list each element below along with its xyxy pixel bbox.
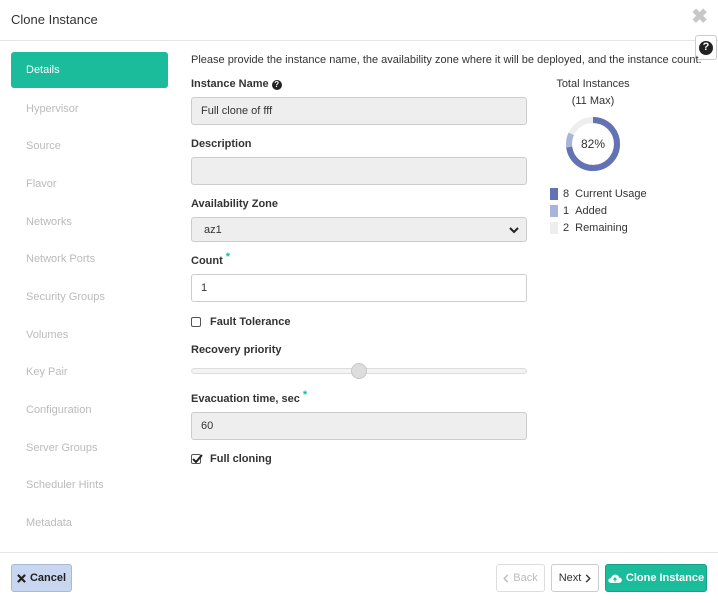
instance-name-label: Instance Name? <box>191 78 282 90</box>
description-label: Description <box>191 138 252 150</box>
nav-item-metadata[interactable]: Metadata <box>11 504 168 542</box>
chevron-down-icon <box>509 227 519 234</box>
instance-name-field[interactable]: Full clone of fff <box>191 97 527 125</box>
nav-item-networks[interactable]: Networks <box>11 203 168 241</box>
legend-label: Added <box>575 204 607 217</box>
evacuation-time-label-text: Evacuation time, sec <box>191 393 300 405</box>
legend-added: 1 Added <box>550 202 647 219</box>
donut-percent-label: 82% <box>580 137 606 151</box>
evacuation-time-label: Evacuation time, sec * <box>191 389 307 405</box>
clone-instance-modal: Clone Instance ✖ ? Details Hypervisor So… <box>0 0 718 603</box>
nav-item-flavor[interactable]: Flavor <box>11 165 168 203</box>
legend-label: Remaining <box>575 221 628 234</box>
next-button[interactable]: Next <box>551 564 599 592</box>
next-button-label: Next <box>558 572 582 584</box>
chevron-left-icon <box>503 573 509 583</box>
close-icon <box>17 573 26 583</box>
nav-item-network-ports[interactable]: Network Ports <box>11 240 168 278</box>
count-input[interactable]: 1 <box>191 274 527 302</box>
instance-name-label-text: Instance Name <box>191 78 269 90</box>
clone-instance-button[interactable]: Clone Instance <box>605 564 707 592</box>
modal-header: Clone Instance ✖ <box>0 0 718 41</box>
nav-item-volumes[interactable]: Volumes <box>11 316 168 354</box>
count-label-text: Count <box>191 255 223 267</box>
legend-swatch <box>550 221 558 234</box>
nav-item-security-groups[interactable]: Security Groups <box>11 278 168 316</box>
check-icon <box>192 454 203 464</box>
quota-subtitle: (11 Max) <box>571 95 615 107</box>
fault-tolerance-label: Fault Tolerance <box>210 316 291 328</box>
nav-item-hypervisor[interactable]: Hypervisor <box>11 90 168 128</box>
checkbox-checked-icon[interactable] <box>191 454 203 464</box>
cloud-upload-icon <box>608 573 622 584</box>
back-button[interactable]: Back <box>496 564 545 592</box>
back-button-label: Back <box>513 572 538 584</box>
slider-handle[interactable] <box>351 363 367 379</box>
nav-item-server-groups[interactable]: Server Groups <box>11 429 168 467</box>
required-asterisk: * <box>302 389 308 401</box>
checkbox-unchecked-icon[interactable] <box>191 317 201 327</box>
legend-count: 2 <box>563 221 570 234</box>
legend-count: 1 <box>563 204 570 217</box>
close-icon[interactable]: ✖ <box>691 7 708 27</box>
legend-swatch <box>550 204 558 217</box>
availability-zone-label: Availability Zone <box>191 198 279 210</box>
required-asterisk: * <box>225 251 231 263</box>
nav-item-scheduler-hints[interactable]: Scheduler Hints <box>11 467 168 505</box>
nav-item-configuration[interactable]: Configuration <box>11 391 168 429</box>
clone-instance-button-label: Clone Instance <box>625 572 705 584</box>
quota-legend: 8 Current Usage 1 Added 2 Remaining <box>550 185 647 236</box>
recovery-priority-label: Recovery priority <box>191 344 282 356</box>
full-cloning-checkbox[interactable]: Full cloning <box>191 453 272 465</box>
intro-text: Please provide the instance name, the av… <box>191 54 702 66</box>
legend-swatch <box>550 187 558 200</box>
question-icon: ? <box>699 40 713 55</box>
availability-zone-select[interactable]: az1 <box>191 217 527 242</box>
nav-item-key-pair[interactable]: Key Pair <box>11 354 168 392</box>
question-icon[interactable]: ? <box>271 80 282 90</box>
nav-item-details[interactable]: Details <box>11 52 168 88</box>
wizard-nav: Details Hypervisor Source Flavor Network… <box>11 52 168 542</box>
count-label: Count * <box>191 251 230 267</box>
legend-remaining: 2 Remaining <box>550 219 647 236</box>
cancel-button-label: Cancel <box>29 572 67 584</box>
nav-item-source[interactable]: Source <box>11 127 168 165</box>
fault-tolerance-checkbox[interactable]: Fault Tolerance <box>191 316 290 328</box>
evacuation-time-field[interactable]: 60 <box>191 412 527 440</box>
quota-donut-chart: 82% <box>565 116 621 172</box>
quota-title: Total Instances <box>556 78 630 90</box>
legend-label: Current Usage <box>575 187 647 200</box>
chevron-right-icon <box>585 573 592 583</box>
modal-title: Clone Instance <box>11 12 98 27</box>
description-field[interactable] <box>191 157 527 185</box>
legend-count: 8 <box>563 187 570 200</box>
cancel-button[interactable]: Cancel <box>11 564 72 592</box>
full-cloning-label: Full cloning <box>210 453 272 465</box>
legend-current-usage: 8 Current Usage <box>550 185 647 202</box>
availability-zone-value: az1 <box>204 223 222 236</box>
